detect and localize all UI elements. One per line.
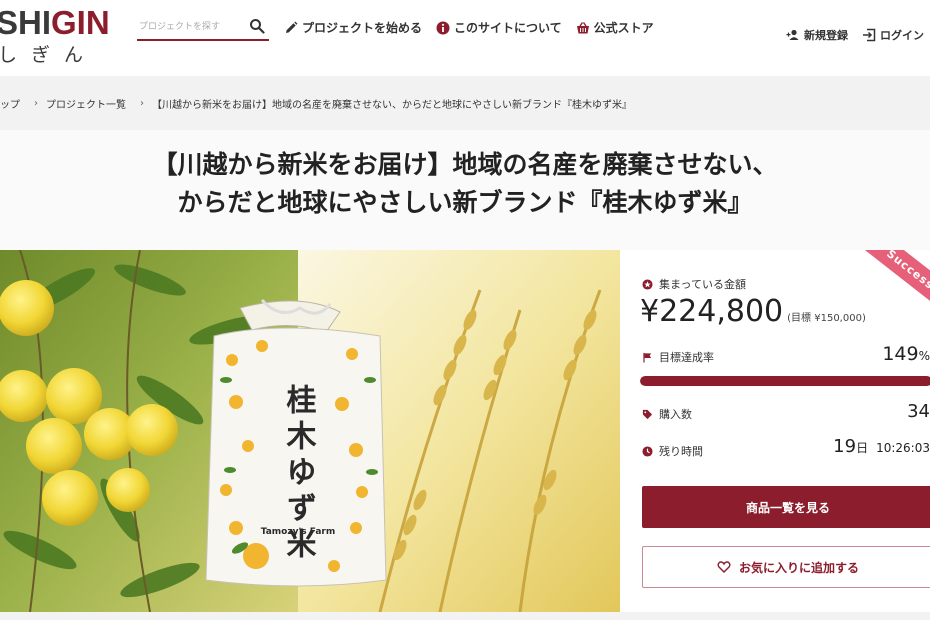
tag-icon (642, 409, 653, 419)
breadcrumb: ップ › プロジェクト一覧 › 【川越から新米をお届け】地域の名産を廃棄させない… (0, 76, 930, 130)
view-products-label: 商品一覧を見る (745, 500, 830, 515)
basket-icon (576, 21, 589, 33)
breadcrumb-projects[interactable]: プロジェクト一覧 (46, 96, 126, 111)
progress-bar (640, 376, 930, 386)
nav-label: 公式ストア (593, 21, 654, 35)
add-user-icon (786, 29, 799, 40)
info-icon (436, 21, 450, 34)
login-label: ログイン (880, 29, 924, 42)
progress-bar-fill (640, 376, 930, 386)
nav-about[interactable]: このサイトについて (436, 19, 562, 36)
view-products-button[interactable]: 商品一覧を見る (642, 486, 930, 528)
rate-label: 目標達成率 (659, 351, 714, 364)
amount-value: ¥224,800 (640, 294, 784, 329)
days-value: 19 (833, 436, 857, 457)
breadcrumb-home[interactable]: ップ (0, 96, 20, 111)
breadcrumb-separator: › (140, 97, 144, 109)
rate-number: 149 (882, 343, 919, 365)
bag-brand-text: Tamozy's Farm (261, 527, 335, 537)
heart-icon (717, 561, 731, 573)
nav-store[interactable]: 公式ストア (576, 19, 654, 36)
logo-text: SHI (0, 4, 52, 41)
time-clock: 10:26:03 (876, 441, 930, 455)
search-box (137, 14, 269, 41)
rate-label-row: 目標達成率 (642, 349, 714, 365)
success-ribbon: Success (855, 250, 930, 317)
funding-panel: Success 集まっている金額 ¥224,800 (目標 ¥150,000) … (620, 250, 930, 612)
bag-title-text: 桂木ゆず米 (281, 384, 318, 564)
flag-icon (643, 352, 652, 363)
pencil-icon (286, 21, 298, 33)
remaining-label-row: 残り時間 (642, 443, 703, 459)
project-hero-image: 桂木ゆず米 Tamozy's Farm (0, 250, 620, 612)
breadcrumb-separator: › (34, 97, 38, 109)
rate-unit: % (918, 349, 930, 363)
login-link[interactable]: ログイン (862, 27, 924, 43)
coin-icon (642, 278, 653, 290)
account-nav: 新規登録 ログイン (786, 27, 924, 43)
buyers-value: 34 (907, 401, 930, 422)
title-line-2: からだと地球にやさしい新ブランド『桂木ゆず米』 (177, 188, 753, 217)
rate-value: 149% (882, 343, 930, 365)
goal-value: (目標 ¥150,000) (787, 313, 866, 324)
title-line-1: 【川越から新米をお届け】地域の名産を廃棄させない、 (152, 150, 778, 179)
buyers-label-row: 購入数 (642, 406, 692, 422)
add-favorite-button[interactable]: お気に入りに追加する (642, 546, 930, 588)
search-input[interactable] (137, 15, 241, 39)
nav-start-project[interactable]: プロジェクトを始める (284, 19, 422, 36)
breadcrumb-current: 【川越から新米をお届け】地域の名産を廃棄させない、からだと地球にやさしい新ブラン… (152, 99, 632, 111)
signup-link[interactable]: 新規登録 (786, 27, 848, 43)
main-nav: プロジェクトを始める このサイトについて 公式ストア (284, 19, 654, 36)
nav-label: プロジェクトを始める (302, 21, 423, 35)
logo-accent-text: GIN (51, 4, 110, 41)
add-favorite-label: お気に入りに追加する (738, 560, 859, 575)
signup-label: 新規登録 (804, 29, 848, 42)
amount-label: 集まっている金額 (659, 278, 747, 291)
nav-label: このサイトについて (454, 21, 562, 35)
days-unit: 日 (856, 441, 869, 455)
amount-row: ¥224,800 (目標 ¥150,000) (640, 294, 866, 329)
search-icon[interactable] (249, 18, 265, 34)
site-header: SHIGIN しぎん プロジェクトを始める このサイトについて 公式ストア 新規… (0, 0, 930, 76)
login-icon (863, 28, 876, 42)
page-title: 【川越から新米をお届け】地域の名産を廃棄させない、 からだと地球にやさしい新ブラ… (0, 146, 930, 222)
clock-icon (642, 445, 653, 457)
remaining-label: 残り時間 (659, 445, 703, 458)
hero-illustration: 桂木ゆず米 Tamozy's Farm (0, 250, 620, 612)
page-bottom-strip (0, 612, 930, 620)
remaining-value: 19日 10:26:03 (833, 436, 930, 457)
amount-label-row: 集まっている金額 (642, 276, 746, 292)
logo-subtitle: しぎん (0, 44, 98, 66)
site-logo[interactable]: SHIGIN しぎん (0, 4, 110, 68)
buyers-label: 購入数 (659, 408, 692, 421)
